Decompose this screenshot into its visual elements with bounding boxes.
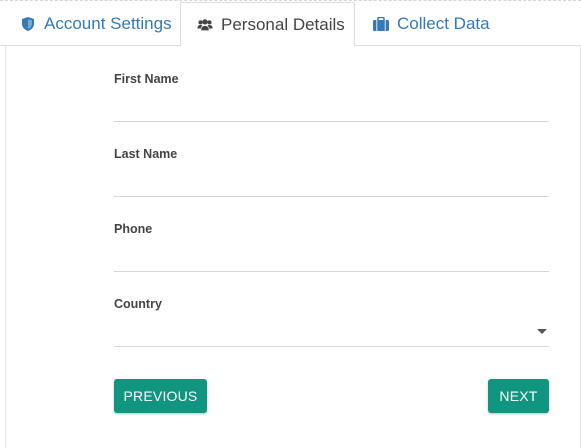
- users-icon: [197, 17, 213, 33]
- previous-button[interactable]: PREVIOUS: [114, 379, 207, 413]
- tab-account-settings[interactable]: Account Settings: [20, 2, 172, 46]
- first-name-label: First Name: [114, 72, 179, 86]
- country-field: Country: [114, 297, 549, 347]
- last-name-label: Last Name: [114, 147, 178, 161]
- tab-label: Personal Details: [221, 14, 345, 34]
- tab-collect-data[interactable]: Collect Data: [373, 2, 490, 46]
- tab-personal-details[interactable]: Personal Details: [180, 2, 355, 47]
- phone-input[interactable]: [114, 245, 549, 269]
- country-label: Country: [114, 297, 162, 311]
- tab-label: Account Settings: [44, 14, 172, 33]
- first-name-field: First Name: [114, 72, 549, 122]
- top-dashed-divider: [0, 0, 581, 1]
- dropdown-caret-icon: [537, 329, 547, 334]
- phone-field: Phone: [114, 222, 549, 272]
- phone-label: Phone: [114, 222, 153, 236]
- country-select[interactable]: [114, 320, 549, 346]
- tab-bar: Account Settings Personal Details Collec…: [0, 2, 581, 47]
- last-name-input[interactable]: [114, 170, 549, 194]
- next-button[interactable]: NEXT: [488, 379, 549, 413]
- first-name-input[interactable]: [114, 95, 549, 119]
- shield-icon: [20, 16, 36, 32]
- last-name-field: Last Name: [114, 147, 549, 197]
- tab-label: Collect Data: [397, 14, 490, 33]
- briefcase-icon: [373, 16, 389, 32]
